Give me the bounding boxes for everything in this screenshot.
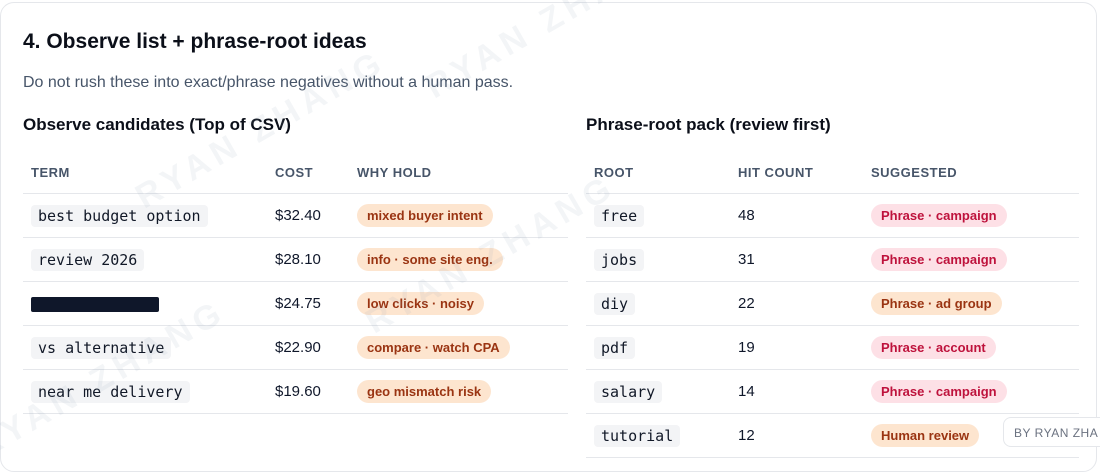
suggested-cell: Phrase · ad group (863, 281, 1079, 326)
table-row[interactable]: pdf 19 Phrase · account (586, 325, 1079, 370)
why-hold-cell: geo mismatch risk (349, 369, 568, 414)
why-hold-cell: low clicks · noisy (349, 281, 568, 326)
suggested-cell: Phrase · campaign (863, 237, 1079, 282)
hit-count-cell: 48 (730, 193, 863, 238)
suggested-cell: Phrase · campaign (863, 193, 1079, 238)
root-cell: pdf (586, 325, 730, 370)
why-hold-badge: geo mismatch risk (357, 380, 492, 403)
table-row[interactable]: best budget option $32.40 mixed buyer inte… (23, 193, 568, 238)
section-title: 4. Observe list + phrase-root ideas (23, 30, 367, 53)
suggested-badge: Phrase · campaign (871, 248, 1007, 271)
cost-cell: $22.90 (267, 325, 349, 370)
observe-header-row: TERM COST WHY HOLD (23, 152, 568, 194)
cost-cell: $19.60 (267, 369, 349, 414)
suggested-badge: Phrase · ad group (871, 292, 1002, 315)
why-hold-badge: info · some site eng. (357, 248, 503, 271)
term-code: review 2026 (31, 248, 145, 271)
table-row[interactable]: review 2026 $28.10 info · some site eng. (23, 237, 568, 282)
suggested-badge: Phrase · campaign (871, 204, 1007, 227)
column-header-why-hold[interactable]: WHY HOLD (349, 152, 568, 194)
phrase-root-header-row: ROOT HIT COUNT SUGGESTED (586, 152, 1079, 194)
root-code: free (594, 204, 645, 227)
table-row[interactable]: free 48 Phrase · campaign (586, 193, 1079, 238)
observe-table-body: best budget option $32.40 mixed buyer inte… (23, 193, 568, 414)
root-code: jobs (594, 248, 645, 271)
table-row[interactable]: $24.75 low clicks · noisy (23, 281, 568, 326)
table-row[interactable]: diy 22 Phrase · ad group (586, 281, 1079, 326)
root-cell: salary (586, 369, 730, 414)
term-code: vs alternative (31, 336, 172, 359)
hit-count-cell: 31 (730, 237, 863, 282)
observe-heading: Observe candidates (Top of CSV) (23, 115, 291, 134)
why-hold-badge: compare · watch CPA (357, 336, 510, 359)
table-row[interactable]: jobs 31 Phrase · campaign (586, 237, 1079, 282)
observe-table: TERM COST WHY HOLD best budget option $32… (23, 152, 568, 414)
term-cell: vs alternative (23, 325, 267, 370)
suggested-badge: Human review (871, 424, 980, 447)
term-code: best budget option (31, 204, 208, 227)
phrase-root-heading: Phrase-root pack (review first) (586, 115, 831, 134)
hit-count-cell: 22 (730, 281, 863, 326)
hit-count-cell: 19 (730, 325, 863, 370)
term-code: near me delivery (31, 380, 190, 403)
root-code: pdf (594, 336, 636, 359)
term-cell: best budget option (23, 193, 267, 238)
cost-cell: $28.10 (267, 237, 349, 282)
hit-count-cell: 14 (730, 369, 863, 414)
root-cell: jobs (586, 237, 730, 282)
column-header-root[interactable]: ROOT (586, 152, 730, 194)
why-hold-cell: mixed buyer intent (349, 193, 568, 238)
column-header-term[interactable]: TERM (23, 152, 267, 194)
phrase-root-panel: Phrase-root pack (review first) ROOT HIT… (586, 115, 1079, 458)
table-row[interactable]: vs alternative $22.90 compare · watch CPA (23, 325, 568, 370)
section-subtitle: Do not rush these into exact/phrase nega… (23, 74, 514, 91)
hit-count-cell: 12 (730, 413, 863, 458)
cost-cell: $24.75 (267, 281, 349, 326)
column-header-hit-count[interactable]: HIT COUNT (730, 152, 863, 194)
root-code: salary (594, 380, 663, 403)
root-code: tutorial (594, 424, 681, 447)
why-hold-badge: mixed buyer intent (357, 204, 493, 227)
why-hold-cell: compare · watch CPA (349, 325, 568, 370)
root-cell: diy (586, 281, 730, 326)
term-cell: near me delivery (23, 369, 267, 414)
suggested-badge: Phrase · campaign (871, 380, 1007, 403)
column-header-cost[interactable]: COST (267, 152, 349, 194)
suggested-badge: Phrase · account (871, 336, 996, 359)
cost-cell: $32.40 (267, 193, 349, 238)
term-cell: review 2026 (23, 237, 267, 282)
phrase-root-table: ROOT HIT COUNT SUGGESTED free 48 Phrase · … (586, 152, 1079, 458)
table-row[interactable]: near me delivery $19.60 geo mismatch risk (23, 369, 568, 414)
suggested-cell: Phrase · campaign (863, 369, 1079, 414)
term-cell (23, 281, 267, 326)
observe-panel: Observe candidates (Top of CSV) TERM COS… (23, 115, 568, 414)
root-cell: tutorial (586, 413, 730, 458)
byline-badge: BY RYAN ZHA (1003, 417, 1100, 447)
suggested-cell: Phrase · account (863, 325, 1079, 370)
table-row[interactable]: salary 14 Phrase · campaign (586, 369, 1079, 414)
redacted-term (31, 296, 159, 312)
section-card: 4. Observe list + phrase-root ideas Do n… (0, 2, 1097, 472)
why-hold-badge: low clicks · noisy (357, 292, 484, 315)
root-cell: free (586, 193, 730, 238)
root-code: diy (594, 292, 636, 315)
why-hold-cell: info · some site eng. (349, 237, 568, 282)
column-header-suggested[interactable]: SUGGESTED (863, 152, 1079, 194)
